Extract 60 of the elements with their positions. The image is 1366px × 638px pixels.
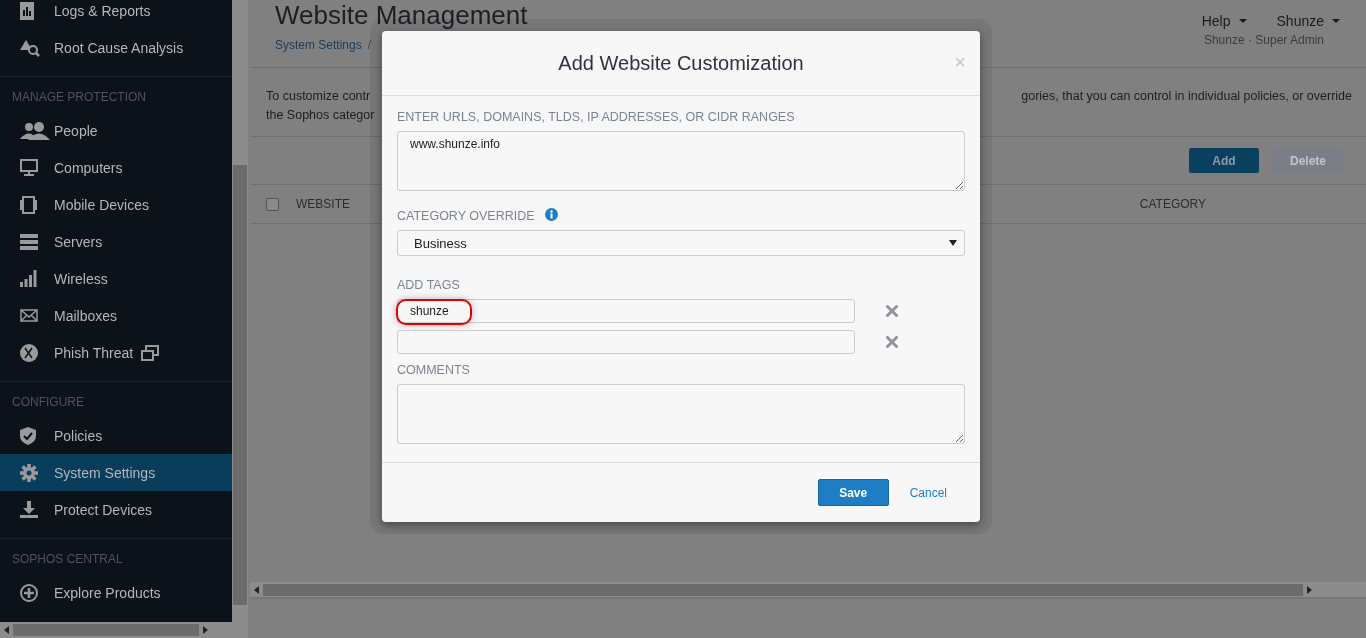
category-dropdown[interactable]: Business [397,230,965,256]
url-field[interactable]: www.shunze.info [397,131,965,191]
description-text: To customize contr [266,88,372,105]
nav-item[interactable]: Wireless [0,260,232,297]
people-icon [20,121,50,140]
nav-item[interactable]: Root Cause Analysis [0,29,232,66]
page-title: Website Management [275,0,528,30]
nav-item[interactable]: Policies [0,417,232,454]
scrollbar[interactable] [232,0,248,638]
gear-icon [20,463,38,482]
nav-item[interactable]: Servers [0,223,232,260]
description-text: the Sophos categor [266,107,375,124]
checkbox[interactable] [266,197,279,211]
plus-circle-icon [20,583,38,602]
nav-item[interactable]: Mobile Devices [0,186,232,223]
envelope-icon [20,309,38,322]
tablet-icon [20,195,37,214]
add-button[interactable]: Add [1189,148,1259,173]
field-label: ADD TAGS [397,278,460,292]
field-label: CATEGORY OVERRIDE [397,209,535,223]
nav-item[interactable]: Phish Threat [0,334,232,371]
nav-item[interactable]: Logs & Reports [0,0,232,29]
download-icon [20,501,38,518]
signal-icon [20,270,37,287]
cancel-link[interactable]: Cancel [909,485,947,500]
comments-field[interactable] [397,384,965,444]
field-label: COMMENTS [397,363,470,377]
shield-icon [20,426,36,445]
monitor-icon [20,159,38,176]
section-heading: MANAGE PROTECTION [11,89,147,106]
user-role: Shunze · Super Admin [1203,33,1324,47]
server-icon [20,233,38,250]
caret-icon [1238,19,1247,23]
remove-icon[interactable] [886,336,898,348]
dropdown-menu[interactable]: Help [1201,13,1247,29]
nav-item[interactable]: Explore Products [0,574,232,611]
dropdown-arrow-icon [949,240,957,246]
breadcrumb-separator: / [367,38,372,52]
dialog-title: Add Website Customization [558,51,804,75]
dropdown-menu[interactable]: Shunze [1276,13,1340,29]
nav-item[interactable]: People [0,112,232,149]
scrollbar[interactable] [0,622,232,638]
column-header: WEBSITE [296,197,350,211]
remove-icon[interactable] [886,305,898,317]
field-label: ENTER URLS, DOMAINS, TLDS, IP ADDRESSES, OR CIDR RANGES [397,110,795,124]
nav-item[interactable]: System Settings [0,454,232,491]
scrollbar[interactable] [250,582,1366,597]
caret-icon [1332,19,1340,23]
info-icon[interactable] [544,208,558,224]
nav-item[interactable]: Protect Devices [0,491,232,528]
section-heading: SOPHOS CENTRAL [11,551,124,568]
tag-field[interactable]: shunze [397,299,855,323]
nav-item[interactable]: Computers [0,149,232,186]
nav-item[interactable]: Mailboxes [0,297,232,334]
tag-field[interactable] [397,330,855,354]
section-heading: CONFIGURE [11,394,85,411]
column-header: CATEGORY [1139,197,1206,211]
description-text: gories, that you can control in individual policies, or override [1021,88,1352,105]
save-button[interactable]: Save [817,479,889,506]
magnifier-icon [20,38,40,57]
